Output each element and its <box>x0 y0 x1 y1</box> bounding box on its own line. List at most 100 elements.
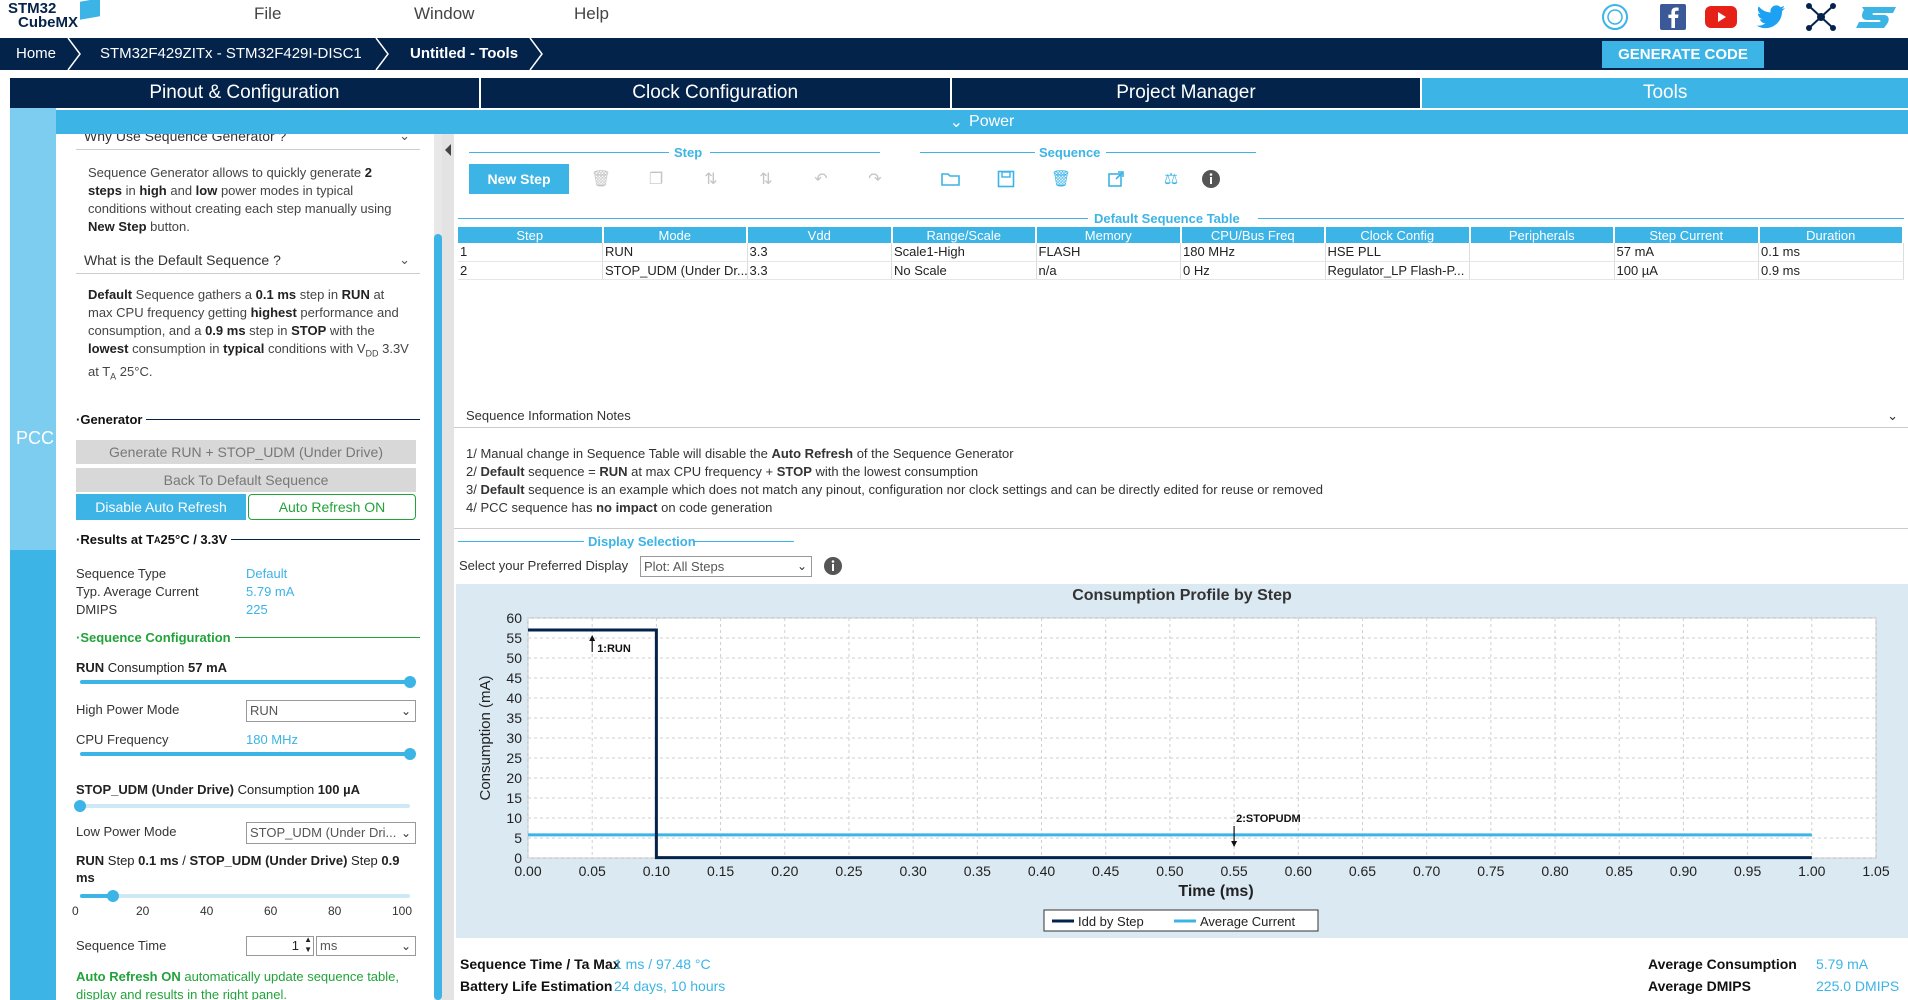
table-cell[interactable]: Regulator_LP Flash-P... <box>1325 261 1470 280</box>
breadcrumb-project[interactable]: Untitled - Tools <box>410 45 518 62</box>
left-scrollbar-thumb[interactable] <box>434 234 442 1000</box>
trash-icon[interactable]: 🗑 <box>1050 168 1072 190</box>
slider-knob[interactable] <box>404 748 416 760</box>
table-cell[interactable]: 2 <box>458 261 603 280</box>
breadcrumb-chevron-icon <box>529 38 543 70</box>
display-select[interactable]: Plot: All Steps ⌄ <box>640 556 812 577</box>
info-icon[interactable] <box>1200 168 1222 190</box>
column-header[interactable]: Peripherals <box>1469 227 1615 243</box>
disable-auto-refresh-button[interactable]: Disable Auto Refresh <box>76 494 246 520</box>
open-folder-icon[interactable] <box>940 168 962 190</box>
facebook-icon[interactable] <box>1656 2 1690 32</box>
high-power-mode-select[interactable]: RUN ⌄ <box>246 700 416 722</box>
tab-project-manager[interactable]: Project Manager <box>951 78 1421 108</box>
run-consumption-slider[interactable] <box>80 676 416 688</box>
table-cell[interactable]: 0.1 ms <box>1758 243 1904 262</box>
table-cell[interactable] <box>1469 261 1615 280</box>
info-icon[interactable] <box>822 555 844 577</box>
save-icon[interactable] <box>995 168 1017 190</box>
stop-consumption-slider[interactable] <box>74 800 410 812</box>
step-ratio-slider[interactable] <box>80 890 410 902</box>
low-power-mode-select[interactable]: STOP_UDM (Under Dri... ⌄ <box>246 822 416 844</box>
move-down-icon[interactable]: ⇅ <box>755 168 777 190</box>
high-power-mode-value: RUN <box>250 703 279 718</box>
tab-tools[interactable]: Tools <box>1422 78 1908 108</box>
slider-knob[interactable] <box>107 890 119 902</box>
twitter-icon[interactable] <box>1754 2 1788 32</box>
table-cell[interactable]: HSE PLL <box>1325 243 1470 262</box>
table-cell[interactable]: 180 MHz <box>1180 243 1326 262</box>
table-cell[interactable]: 0 Hz <box>1180 261 1326 280</box>
slider-knob[interactable] <box>74 800 86 812</box>
annotation-label: 1:RUN <box>597 643 631 655</box>
accordion-default-sequence[interactable]: What is the Default Sequence ? ⌄ <box>76 252 420 274</box>
menu-help[interactable]: Help <box>574 4 609 24</box>
column-header[interactable]: CPU/Bus Freq <box>1180 227 1326 243</box>
table-cell[interactable]: n/a <box>1036 261 1181 280</box>
st-logo-icon[interactable] <box>1852 2 1900 32</box>
column-header[interactable]: Vdd <box>747 227 893 243</box>
spinner-arrows-icon[interactable]: ▲ ▼ <box>304 935 312 955</box>
x-tick-label: 0.10 <box>643 863 670 879</box>
consumption-chart[interactable]: Consumption Profile by Step 051015202530… <box>456 584 1908 938</box>
accordion-why-label: Why Use Sequence Generator ? <box>84 134 287 144</box>
left-scrollbar[interactable] <box>434 134 442 1000</box>
power-bar[interactable]: ⌄ Power <box>56 110 1908 134</box>
delete-step-icon[interactable]: 🗑 <box>590 168 612 190</box>
move-up-icon[interactable]: ⇅ <box>700 168 722 190</box>
table-cell[interactable]: STOP_UDM (Under Dr... <box>602 261 748 280</box>
table-cell[interactable]: 0.9 ms <box>1758 261 1904 280</box>
export-icon[interactable] <box>1105 168 1127 190</box>
table-row[interactable]: 2 STOP_UDM (Under Dr... 3.3 No Scale n/a… <box>458 261 1904 280</box>
note-2: 2/ Default sequence = RUN at max CPU fre… <box>466 464 978 479</box>
back-to-default-button[interactable]: Back To Default Sequence <box>76 468 416 492</box>
network-icon[interactable] <box>1804 2 1838 32</box>
tab-clock-configuration[interactable]: Clock Configuration <box>480 78 950 108</box>
youtube-icon[interactable] <box>1704 2 1738 32</box>
slider-knob[interactable] <box>404 676 416 688</box>
new-step-button[interactable]: New Step <box>469 164 569 194</box>
table-cell[interactable]: Scale1-High <box>891 243 1037 262</box>
tab-pinout-configuration[interactable]: Pinout & Configuration <box>10 78 479 108</box>
auto-refresh-on-button[interactable]: Auto Refresh ON <box>248 494 416 520</box>
column-header[interactable]: Range/Scale <box>891 227 1037 243</box>
table-cell[interactable]: FLASH <box>1036 243 1181 262</box>
breadcrumb-home[interactable]: Home <box>16 45 56 62</box>
generate-code-button[interactable]: GENERATE CODE <box>1602 41 1764 68</box>
redo-icon[interactable]: ↷ <box>864 168 886 190</box>
table-cell[interactable]: No Scale <box>891 261 1037 280</box>
menu-file[interactable]: File <box>254 4 281 24</box>
table-cell[interactable]: 100 µA <box>1614 261 1759 280</box>
column-header[interactable]: Memory <box>1036 227 1182 243</box>
compare-scale-icon[interactable]: ⚖ <box>1160 168 1182 190</box>
column-header[interactable]: Duration <box>1758 227 1904 243</box>
table-row[interactable]: 1 RUN 3.3 Scale1-High FLASH 180 MHz HSE … <box>458 243 1904 262</box>
pcc-label[interactable]: PCC <box>16 428 54 449</box>
column-header[interactable]: Step Current <box>1614 227 1760 243</box>
slider-tick: 40 <box>200 904 214 918</box>
column-header[interactable]: Step <box>458 227 604 243</box>
column-header[interactable]: Mode <box>602 227 748 243</box>
collapse-arrow-icon[interactable] <box>442 138 454 168</box>
battery-life-label: Battery Life Estimation <box>460 978 613 994</box>
table-cell[interactable]: 3.3 <box>747 261 892 280</box>
accordion-why-sequence-generator[interactable]: Why Use Sequence Generator ? ⌄ <box>76 134 420 150</box>
sequence-notes-header[interactable]: Sequence Information Notes ⌄ <box>454 404 1908 428</box>
generate-run-stop-button[interactable]: Generate RUN + STOP_UDM (Under Drive) <box>76 440 416 464</box>
undo-icon[interactable]: ↶ <box>810 168 832 190</box>
table-cell[interactable]: 1 <box>458 243 603 262</box>
chevron-down-icon: ⌄ <box>400 939 411 953</box>
column-header[interactable]: Clock Config <box>1325 227 1471 243</box>
sequence-time-unit-select[interactable]: ms ⌄ <box>316 936 416 956</box>
table-cell[interactable]: RUN <box>602 243 748 262</box>
table-cell[interactable]: 3.3 <box>747 243 892 262</box>
cpu-frequency-slider[interactable] <box>80 748 416 760</box>
panel-splitter[interactable] <box>442 134 454 1000</box>
anniversary-badge-icon[interactable] <box>1598 2 1632 32</box>
duplicate-step-icon[interactable]: ❐ <box>645 168 667 190</box>
sequence-time-input[interactable]: 1 ▲ ▼ <box>246 935 314 956</box>
breadcrumb-device[interactable]: STM32F429ZITx - STM32F429I-DISC1 <box>100 45 362 62</box>
menu-window[interactable]: Window <box>414 4 474 24</box>
table-cell[interactable]: 57 mA <box>1614 243 1759 262</box>
table-cell[interactable] <box>1469 243 1615 262</box>
